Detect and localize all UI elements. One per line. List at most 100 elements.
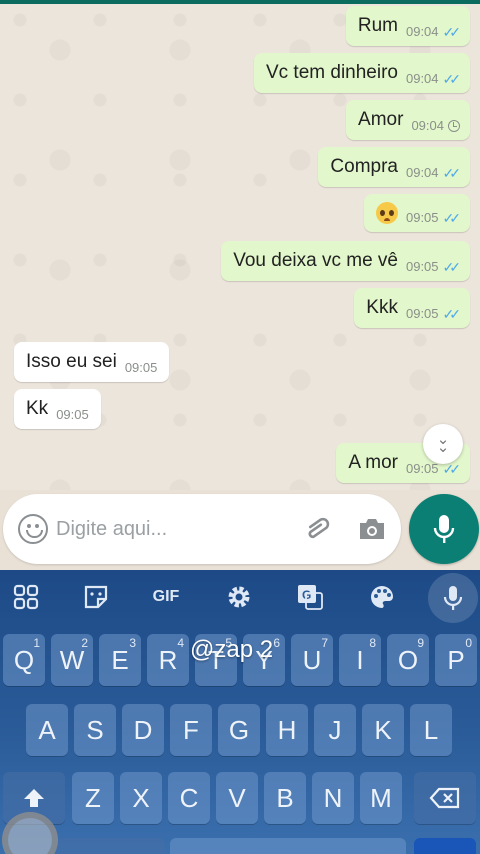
key-label: Q [13,644,35,675]
key-n[interactable]: N [312,772,354,824]
key-f[interactable]: F [170,704,212,756]
key-o[interactable]: O9 [387,634,429,686]
mic-icon [433,515,455,543]
key-label: J [328,714,342,745]
backspace-icon [429,787,460,809]
key-b[interactable]: B [264,772,306,824]
message-time: 09:05 [405,461,439,476]
message-meta: 09:05 ✓✓ [405,461,461,477]
key-k[interactable]: K [362,704,404,756]
key-label: K [374,714,392,745]
read-ticks-icon: ✓✓ [442,259,462,275]
gif-button[interactable]: GIF [148,579,184,615]
key-hint: 3 [129,636,136,650]
message-meta: 09:04 ✓✓ [405,165,462,181]
key-hint: 2 [81,636,88,650]
key-u[interactable]: U7 [291,634,333,686]
message-text: Vc tem dinheiro [265,62,398,83]
outgoing-message[interactable]: Kkk 09:05 ✓✓ [354,288,470,328]
outgoing-message[interactable]: Compra 09:04 ✓✓ [318,147,470,187]
message-time: 09:04 [405,24,439,39]
message-meta: 09:04 ✓✓ [405,24,462,40]
gear-icon[interactable] [221,579,257,615]
chat-area[interactable]: Rum 09:04 ✓✓ Vc tem dinheiro 09:04 ✓✓ Amor 09:0… [0,0,480,490]
key-c[interactable]: C [168,772,210,824]
message-time: 09:05 [124,360,158,375]
message-meta: 09:05 ✓✓ [405,259,462,275]
voice-record-button[interactable] [409,494,479,564]
message-time: 09:04 [405,165,439,180]
key-hint: 8 [369,636,376,650]
attach-icon[interactable] [299,512,333,546]
key-hint: 0 [465,636,472,650]
mic-icon [443,586,463,610]
key-m[interactable]: M [360,772,402,824]
key-d[interactable]: D [122,704,164,756]
palette-icon[interactable] [364,579,400,615]
key-p[interactable]: P0 [435,634,477,686]
keyboard: GIF G Q1W2E3R4T5Y6U7I8O9P0ASDFGHJKLZXCVB… [0,570,480,854]
message-text: Kk [26,398,49,419]
incoming-message[interactable]: Kk 09:05 [14,389,101,429]
key-h[interactable]: H [266,704,308,756]
top-bar [0,0,480,4]
key-label: H [277,714,297,745]
keyboard-mic-button[interactable] [428,573,478,623]
message-input-bar [3,494,401,564]
key-hint: 9 [417,636,424,650]
space-key[interactable] [170,838,406,854]
message-input[interactable] [56,515,286,543]
key-label: E [111,644,129,675]
key-hint: 6 [273,636,280,650]
message-meta: 09:05 ✓✓ [406,210,461,226]
watermark-text: @zap 2 [190,636,274,663]
key-r[interactable]: R4 [147,634,189,686]
outgoing-message[interactable]: Vou deixa vc me vê 09:05 ✓✓ [221,241,470,281]
key-j[interactable]: J [314,704,356,756]
translate-icon[interactable]: G [292,579,328,615]
camera-icon[interactable] [355,512,389,546]
symbols-key[interactable] [55,838,165,854]
key-hint: 4 [177,636,184,650]
key-label: R [158,644,178,675]
outgoing-message[interactable]: 09:05 ✓✓ [363,194,470,232]
message-meta: 09:05 [56,407,89,423]
key-i[interactable]: I8 [339,634,381,686]
key-z[interactable]: Z [72,772,114,824]
outgoing-message[interactable]: Rum 09:04 ✓✓ [345,6,470,46]
backspace-key[interactable] [414,772,476,824]
message-meta: 09:05 [125,360,158,376]
read-ticks-icon: ✓✓ [442,24,462,40]
key-label: V [228,782,246,813]
key-s[interactable]: S [74,704,116,756]
key-e[interactable]: E3 [99,634,141,686]
read-ticks-icon: ✓✓ [442,165,462,181]
message-time: 09:04 [411,118,444,133]
outgoing-message[interactable]: Vc tem dinheiro 09:04 ✓✓ [253,53,470,93]
key-label: X [132,782,150,813]
emoji-icon[interactable] [18,514,48,544]
key-l[interactable]: L [410,704,452,756]
sticker-icon[interactable] [78,579,114,615]
outgoing-message[interactable]: Amor 09:04 [346,100,470,140]
keyboard-toolbar: GIF G [0,570,480,624]
message-text: Rum [357,15,398,36]
message-meta: 09:04 [411,118,460,134]
key-v[interactable]: V [216,772,258,824]
read-ticks-icon: ✓✓ [442,306,462,322]
message-text: A mor [348,452,398,473]
apps-grid-icon[interactable] [8,579,44,615]
enter-key[interactable] [414,838,476,854]
message-time: 09:05 [405,259,439,274]
key-g[interactable]: G [218,704,260,756]
key-x[interactable]: X [120,772,162,824]
key-a[interactable]: A [26,704,68,756]
scroll-to-bottom-button[interactable]: ⌄ ⌄ [423,424,463,464]
shift-icon [24,789,44,807]
incoming-message[interactable]: Isso eu sei 09:05 [14,342,170,382]
message-time: 09:05 [405,306,439,321]
key-w[interactable]: W2 [51,634,93,686]
key-label: N [323,782,343,813]
message-time: 09:05 [56,407,89,422]
key-q[interactable]: Q1 [3,634,45,686]
